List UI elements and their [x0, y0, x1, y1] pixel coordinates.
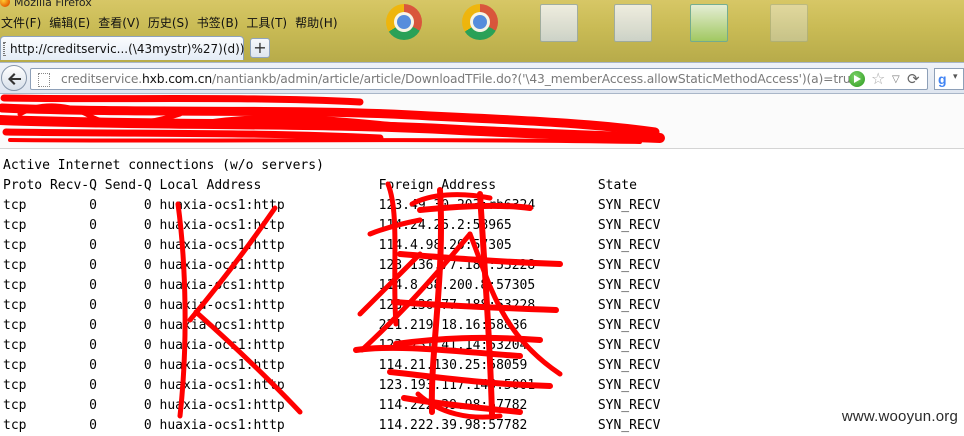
url-path: /nantiankb/admin/article/article/Downloa…: [212, 72, 853, 86]
netstat-row: tcp 0 0 huaxia-ocs1:http 114.21.130.25:5…: [3, 358, 661, 373]
tab-strip: http://creditservic...(\43mystr)%27)(d))…: [0, 36, 964, 62]
page-favicon-icon: [3, 41, 5, 56]
menu-edit[interactable]: 编辑(E): [48, 12, 97, 32]
url-text[interactable]: creditservice.hxb.com.cn/nantiankb/admin…: [61, 72, 853, 86]
menu-help[interactable]: 帮助(H): [294, 12, 344, 32]
page-favicon-icon: [38, 73, 50, 87]
menu-file[interactable]: 文件(F): [0, 12, 48, 32]
bookmark-star-icon[interactable]: ☆: [871, 69, 885, 89]
netstat-row: tcp 0 0 huaxia-ocs1:http 114.8.88.200.8:…: [3, 278, 661, 293]
window-title: Mozilla Firefox: [14, 0, 92, 9]
netstat-row: tcp 0 0 huaxia-ocs1:http 114.4.98.20:573…: [3, 238, 661, 253]
netstat-row: tcp 0 0 huaxia-ocs1:http 114.222.39.98:5…: [3, 418, 661, 433]
netstat-row: tcp 0 0 huaxia-ocs1:http 123.49.30.203:r…: [3, 198, 661, 213]
netstat-row: tcp 0 0 huaxia-ocs1:http 114.222.39.98:5…: [3, 398, 661, 413]
netstat-row: tcp 0 0 huaxia-ocs1:http 221.219.18.16:5…: [3, 318, 661, 333]
url-history-dropdown-icon[interactable]: ▽: [892, 70, 900, 90]
google-icon: g: [938, 71, 947, 87]
url-bar[interactable]: creditservice.hxb.com.cn/nantiankb/admin…: [30, 68, 928, 90]
netstat-row: tcp 0 0 huaxia-ocs1:http 114.24.25.2:589…: [3, 218, 661, 233]
new-tab-button[interactable]: +: [250, 38, 270, 58]
netstat-row: tcp 0 0 huaxia-ocs1:http 123.136.77.188:…: [3, 258, 661, 273]
menu-view[interactable]: 查看(V): [97, 12, 147, 32]
tab-title: http://creditservic...(\43mystr)%27)(d)): [10, 41, 245, 56]
navigation-toolbar: creditservice.hxb.com.cn/nantiankb/admin…: [0, 62, 964, 94]
back-arrow-icon: [8, 73, 21, 85]
search-engine-selector[interactable]: g ▾: [934, 68, 964, 90]
reload-icon[interactable]: ⟳: [907, 69, 920, 89]
menu-history[interactable]: 历史(S): [147, 12, 196, 32]
tab-active[interactable]: http://creditservic...(\43mystr)%27)(d)): [0, 36, 245, 60]
back-button[interactable]: [1, 65, 27, 91]
netstat-output: Active Internet connections (w/o servers…: [3, 156, 660, 436]
netstat-row: tcp 0 0 huaxia-ocs1:http 123.193.117.145…: [3, 378, 661, 393]
go-arrow-icon[interactable]: [849, 71, 865, 87]
chevron-down-icon: ▾: [953, 72, 958, 82]
menu-bookmarks[interactable]: 书签(B): [196, 12, 246, 32]
watermark-text: www.wooyun.org: [841, 408, 958, 425]
netstat-column-headers: Proto Recv-Q Send-Q Local Address Foreig…: [3, 178, 637, 193]
url-domain: hxb.com.cn: [142, 72, 213, 86]
netstat-heading: Active Internet connections (w/o servers…: [3, 158, 324, 173]
redaction-scribble-top: [0, 94, 665, 144]
menu-bar: 文件(F) 编辑(E) 查看(V) 历史(S) 书签(B) 工具(T) 帮助(H…: [0, 12, 345, 32]
firefox-icon: [0, 0, 10, 7]
page-content: Active Internet connections (w/o servers…: [0, 94, 964, 433]
menu-tools[interactable]: 工具(T): [245, 12, 294, 32]
window-titlebar: Mozilla Firefox: [0, 0, 964, 10]
url-prefix: creditservice.: [61, 72, 143, 86]
netstat-row: tcp 0 0 huaxia-ocs1:http 123.136.77.188:…: [3, 298, 661, 313]
netstat-row: tcp 0 0 huaxia-ocs1:http 123.231.41.14:5…: [3, 338, 661, 353]
